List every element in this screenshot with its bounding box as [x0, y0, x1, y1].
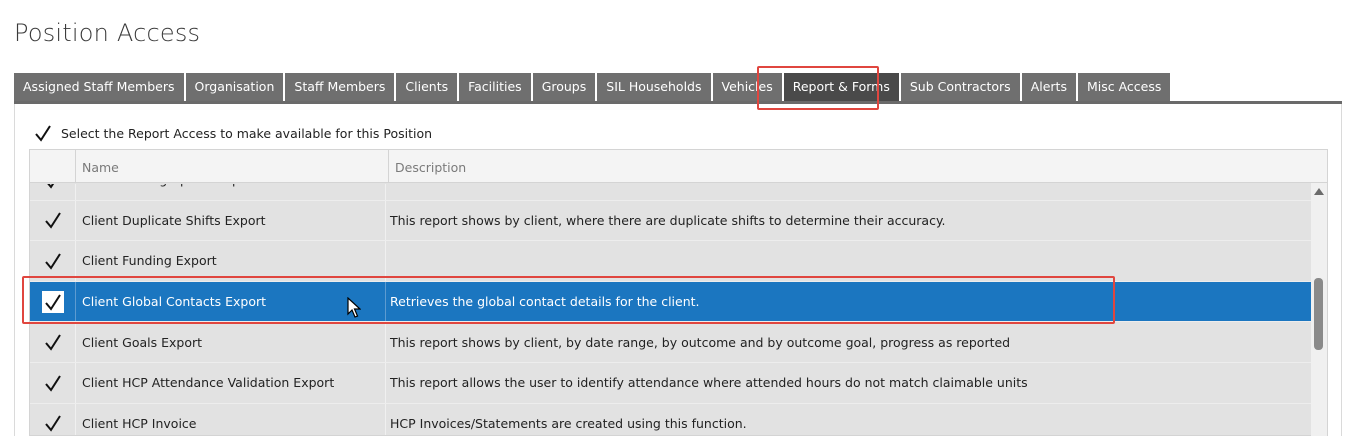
row-checkbox-cell[interactable] [30, 403, 76, 435]
row-checkbox[interactable] [42, 250, 64, 272]
check-icon [44, 375, 61, 392]
select-all-checkbox[interactable] [32, 122, 54, 144]
row-checkbox[interactable] [42, 331, 64, 353]
row-name: Client Funding Export [76, 241, 386, 281]
table-row[interactable]: Client HCP Invoice HCP Invoices/Statement… [30, 403, 1312, 435]
header-name[interactable]: Name [76, 150, 389, 183]
table-row[interactable]: Client Demographics Export [30, 184, 1312, 201]
row-description: This report shows by client, where there… [390, 212, 946, 228]
tab-facilities[interactable]: Facilities [459, 73, 531, 101]
row-description [386, 184, 1312, 200]
tab-sil-households[interactable]: SIL Households [597, 73, 711, 101]
row-name: Client Demographics Export [76, 184, 386, 200]
check-icon [44, 212, 61, 230]
tab-assigned-staff-members[interactable]: Assigned Staff Members [14, 73, 184, 101]
row-name: Client HCP Invoice [76, 403, 386, 435]
tab-alerts[interactable]: Alerts [1021, 73, 1076, 101]
row-checkbox[interactable] [42, 209, 64, 231]
grid-body: Client Demographics ExportClient Duplica… [30, 184, 1312, 435]
tab-bar: Assigned Staff Members Organisation Staf… [14, 73, 1171, 101]
row-description: Retrieves the global contact details for… [390, 294, 700, 310]
tab-misc-access[interactable]: Misc Access [1077, 73, 1171, 101]
row-checkbox-cell[interactable] [30, 362, 76, 403]
tab-groups[interactable]: Groups [532, 73, 596, 101]
check-icon [35, 125, 51, 142]
table-row[interactable]: Client Funding Export [30, 241, 1312, 282]
row-description: HCP Invoices/Statements are created usin… [390, 415, 747, 431]
header-description[interactable]: Description [389, 150, 1327, 183]
row-description: This report shows by client, by date ran… [390, 334, 1011, 350]
scroll-thumb[interactable] [1314, 278, 1323, 350]
row-name: Client Goals Export [76, 322, 386, 362]
row-name: Client Duplicate Shifts Export [76, 200, 386, 241]
page-title: Position Access [14, 19, 201, 47]
check-icon [44, 294, 61, 311]
row-checkbox[interactable] [42, 412, 64, 434]
table-row[interactable]: Client Duplicate Shifts Export This repor… [30, 200, 1312, 242]
row-checkbox-cell[interactable] [30, 241, 76, 281]
row-description [386, 241, 1312, 281]
row-checkbox[interactable] [42, 372, 64, 394]
tab-clients[interactable]: Clients [396, 73, 458, 101]
row-checkbox-cell[interactable] [30, 322, 76, 362]
scroll-up-arrow-icon[interactable] [1311, 183, 1327, 199]
row-description: This report allows the user to identify … [390, 375, 1028, 391]
grid-header: Name Description [30, 150, 1327, 183]
select-all-row: Select the Report Access to make availab… [32, 122, 432, 144]
tab-organisation[interactable]: Organisation [185, 73, 284, 101]
table-row[interactable]: Client HCP Attendance Validation Export T… [30, 362, 1312, 404]
row-checkbox-cell[interactable] [30, 200, 76, 241]
table-row[interactable]: Client Goals Export This report shows by … [30, 322, 1312, 363]
check-icon [44, 415, 61, 433]
row-checkbox-cell[interactable] [30, 281, 76, 322]
check-icon [44, 253, 61, 270]
check-icon [46, 184, 54, 189]
tab-report-and-forms[interactable]: Report & Forms [783, 73, 899, 101]
row-checkbox[interactable] [41, 290, 64, 313]
grid-scrollbar[interactable] [1311, 183, 1327, 436]
select-all-label: Select the Report Access to make availab… [61, 125, 433, 141]
row-checkbox-cell[interactable] [30, 184, 76, 200]
table-row[interactable]: Client Global Contacts Export Retrieves t… [30, 281, 1312, 323]
row-checkbox[interactable] [42, 184, 64, 191]
row-name: Client Global Contacts Export [76, 281, 386, 322]
tab-vehicles[interactable]: Vehicles [712, 73, 782, 101]
report-access-grid: Name Description Client Demographics Exp… [29, 149, 1328, 436]
row-name: Client HCP Attendance Validation Export [76, 362, 386, 403]
tab-staff-members[interactable]: Staff Members [285, 73, 395, 101]
tab-sub-contractors[interactable]: Sub Contractors [900, 73, 1020, 101]
header-check-column [30, 150, 76, 183]
check-icon [44, 334, 61, 351]
